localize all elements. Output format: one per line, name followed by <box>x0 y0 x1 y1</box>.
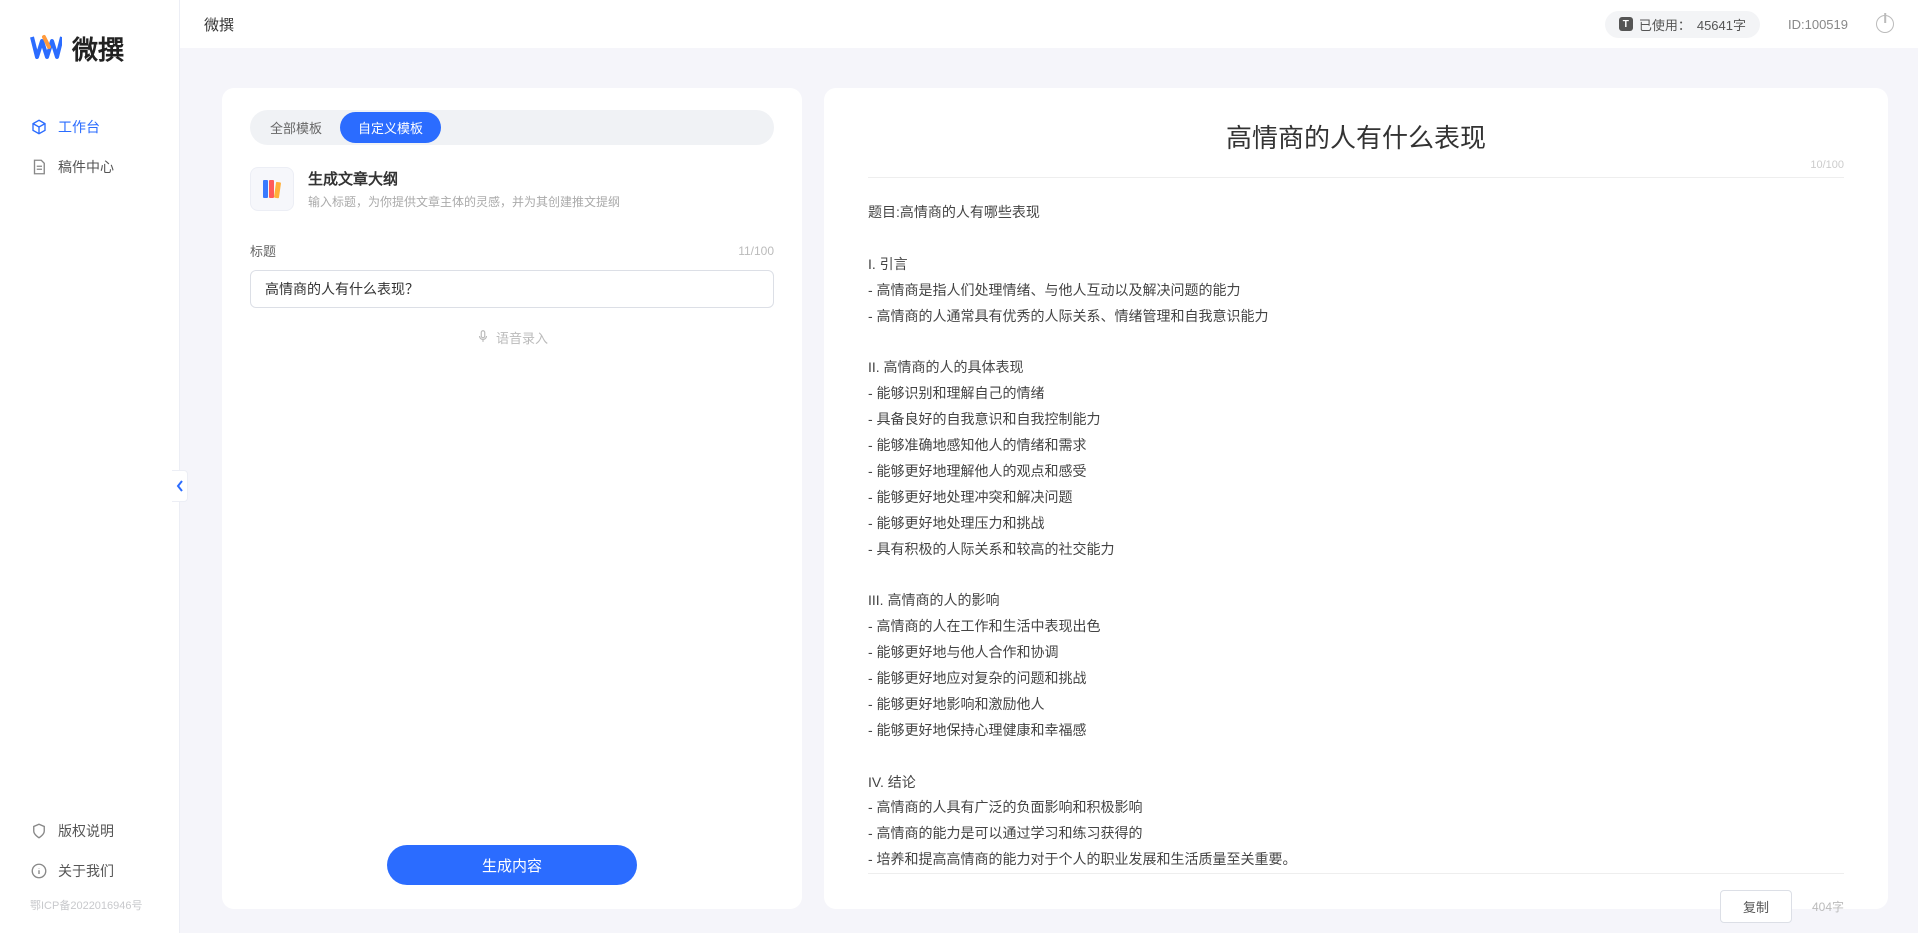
user-id: ID:100519 <box>1788 17 1848 32</box>
output-word-count: 404字 <box>1812 898 1844 915</box>
shield-icon <box>30 822 48 840</box>
output-title-count: 10/100 <box>1810 159 1844 171</box>
output-header: 高情商的人有什么表现 10/100 <box>868 118 1844 178</box>
usage-prefix: 已使用： <box>1639 15 1691 34</box>
books-icon <box>250 167 294 211</box>
main: 全部模板 自定义模板 生成文章大纲 输入标题，为你提供文章主体的灵感，并为其创建… <box>180 48 1918 933</box>
output-body: 题目:高情商的人有哪些表现 I. 引言 - 高情商是指人们处理情绪、与他人互动以… <box>868 178 1844 873</box>
output-panel: 高情商的人有什么表现 10/100 题目:高情商的人有哪些表现 I. 引言 - … <box>824 88 1888 909</box>
cube-icon <box>30 118 48 136</box>
generate-button[interactable]: 生成内容 <box>387 845 637 885</box>
voice-input-button[interactable]: 语音录入 <box>250 328 774 347</box>
power-icon[interactable] <box>1876 15 1894 33</box>
voice-label: 语音录入 <box>496 328 548 347</box>
nav-label: 版权说明 <box>58 821 114 841</box>
title-input[interactable] <box>250 270 774 308</box>
topbar-title: 微撰 <box>204 14 234 35</box>
nav-copyright[interactable]: 版权说明 <box>12 811 167 851</box>
sidebar-bottom: 版权说明 关于我们 鄂ICP备2022016946号 <box>0 811 179 921</box>
logo-icon <box>30 31 62 66</box>
icp-text: 鄂ICP备2022016946号 <box>12 891 167 913</box>
logo[interactable]: 微撰 <box>0 30 179 107</box>
chevron-left-icon <box>176 480 184 492</box>
nav: 工作台 稿件中心 <box>0 107 179 187</box>
topbar: 微撰 T 已使用： 45641字 ID:100519 <box>180 0 1918 48</box>
nav-label: 关于我们 <box>58 861 114 881</box>
topbar-right: T 已使用： 45641字 ID:100519 <box>1605 11 1894 38</box>
title-label: 标题 <box>250 241 276 260</box>
template-desc: 输入标题，为你提供文章主体的灵感，并为其创建推文提纲 <box>308 193 620 210</box>
sidebar-collapse-handle[interactable] <box>172 470 188 502</box>
nav-label: 稿件中心 <box>58 157 114 177</box>
document-icon <box>30 158 48 176</box>
template-tabs: 全部模板 自定义模板 <box>250 110 774 145</box>
tab-custom-templates[interactable]: 自定义模板 <box>340 112 441 143</box>
usage-pill[interactable]: T 已使用： 45641字 <box>1605 11 1760 38</box>
info-icon <box>30 862 48 880</box>
template-title: 生成文章大纲 <box>308 168 620 189</box>
input-panel: 全部模板 自定义模板 生成文章大纲 输入标题，为你提供文章主体的灵感，并为其创建… <box>222 88 802 909</box>
sidebar: 微撰 工作台 稿件中心 版权说明 关于我们 鄂ICP备2 <box>0 0 180 933</box>
output-title: 高情商的人有什么表现 <box>868 118 1844 155</box>
microphone-icon <box>476 329 490 346</box>
logo-text: 微撰 <box>72 30 124 67</box>
output-footer: 复制 404字 <box>868 873 1844 923</box>
nav-workbench[interactable]: 工作台 <box>12 107 167 147</box>
tab-all-templates[interactable]: 全部模板 <box>252 112 340 143</box>
title-char-count: 11/100 <box>738 244 774 258</box>
nav-drafts[interactable]: 稿件中心 <box>12 147 167 187</box>
nav-about[interactable]: 关于我们 <box>12 851 167 891</box>
title-field-row: 标题 11/100 <box>250 241 774 260</box>
copy-button[interactable]: 复制 <box>1720 890 1792 923</box>
template-card: 生成文章大纲 输入标题，为你提供文章主体的灵感，并为其创建推文提纲 <box>250 167 774 211</box>
text-icon: T <box>1619 17 1633 31</box>
nav-label: 工作台 <box>58 117 100 137</box>
usage-value: 45641字 <box>1697 15 1746 34</box>
